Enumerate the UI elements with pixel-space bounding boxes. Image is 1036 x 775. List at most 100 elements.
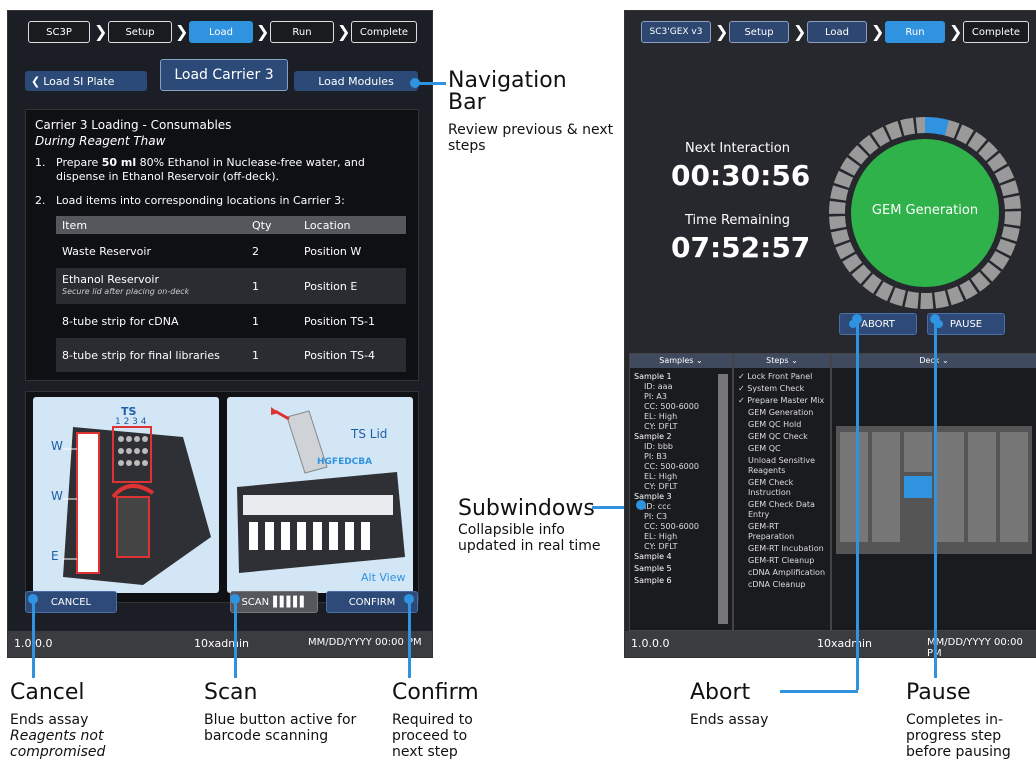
ts-lid-label: TS Lid	[351, 427, 388, 441]
step-item: cDNA Amplification	[748, 568, 826, 577]
deck-slot	[1000, 432, 1028, 542]
table-row: Ethanol Reservoir Secure lid after placi…	[56, 268, 406, 304]
cancel-callout-line	[32, 600, 35, 678]
table-header-row: Item Qty Location	[56, 216, 406, 234]
step-item: GEM-RT Cleanup	[748, 556, 815, 565]
cancel-annotation-italic: Reagents not compromised	[10, 728, 106, 760]
sample-detail: EL: High	[644, 532, 678, 541]
breadcrumb-load[interactable]: Load	[189, 21, 253, 43]
next-interaction-label: Next Interaction	[685, 141, 790, 156]
version-text: 1.0.0.0	[631, 637, 670, 650]
breadcrumb-setup[interactable]: Setup	[108, 21, 172, 43]
steps-list: ✓ Lock Front Panel ✓ System Check ✓ Prepar…	[738, 372, 826, 592]
cancel-annotation-title: Cancel	[10, 680, 85, 705]
time-remaining-time: 07:52:57	[671, 231, 811, 264]
current-step-tab: Load Carrier 3	[160, 59, 288, 91]
breadcrumb-assay[interactable]: SC3'GEX v3	[641, 21, 711, 43]
sample-name: Sample 1	[634, 372, 672, 381]
well-letters: HGFEDCBA	[317, 457, 373, 467]
table-cell-qty: 1	[252, 279, 259, 293]
sample-detail: CY: DFLT	[644, 482, 678, 491]
sample-detail: ID: bbb	[644, 442, 673, 451]
sample-detail: PI: B3	[644, 452, 667, 461]
samples-scrollbar[interactable]	[718, 374, 728, 624]
steps-subwindow: Steps ⌄ ✓ Lock Front Panel ✓ System Check…	[733, 353, 831, 631]
deck-slot	[968, 432, 996, 542]
samples-list: Sample 1 ID: aaa PI: A3 CC: 500-6000 EL: Hig…	[634, 372, 714, 588]
next-step-button[interactable]: Load Modules	[294, 71, 418, 91]
sample-detail: EL: High	[644, 472, 678, 481]
samples-subwindow: Samples ⌄ Sample 1 ID: aaa PI: A3 CC: 500-6…	[629, 353, 733, 631]
step-item: ✓ System Check	[738, 384, 805, 393]
progress-ring: GEM Generation	[829, 117, 1021, 309]
table-cell-location: Position W	[304, 244, 362, 258]
scan-button[interactable]: SCAN ▌▌▌▌▌	[230, 591, 318, 613]
prev-step-button[interactable]: ❮ Load SI Plate	[25, 71, 147, 91]
chevron-right-icon: ❯	[256, 22, 270, 41]
sample-detail: PI: C3	[644, 512, 668, 521]
breadcrumb-complete[interactable]: Complete	[963, 21, 1029, 43]
scan-annotation-title: Scan	[204, 680, 258, 705]
instruction-panel: Carrier 3 Loading - Consumables During R…	[25, 109, 419, 381]
step-1-pre: Prepare	[56, 156, 102, 169]
pause-annotation-desc: Completes in-progress step before pausin…	[906, 712, 1011, 760]
sample-name: Sample 5	[634, 564, 672, 573]
date-text: MM/DD/YYYY 00:00 PM	[308, 637, 422, 648]
diagram-panel: TS 1 2 3 4 W W E TS Lid HGFEDCBA Alt Vie…	[25, 391, 419, 603]
breadcrumb-load[interactable]: Load	[807, 21, 867, 43]
step-item: GEM Generation	[748, 408, 814, 417]
confirm-label: CONFIRM	[348, 596, 396, 608]
sample-detail: PI: A3	[644, 392, 667, 401]
date-text: MM/DD/YYYY 00:00 PM	[927, 637, 1023, 657]
carrier-diagram-main: TS 1 2 3 4 W W E	[33, 397, 219, 593]
step-2-text: Load items into corresponding locations …	[56, 194, 345, 207]
abort-annotation-title: Abort	[690, 680, 751, 705]
steps-header[interactable]: Steps ⌄	[734, 354, 830, 368]
sample-name: Sample 3	[634, 492, 672, 501]
samples-header[interactable]: Samples ⌄	[630, 354, 732, 368]
chevron-right-icon: ❯	[94, 22, 108, 41]
deck-slot	[936, 432, 964, 542]
breadcrumb-assay[interactable]: SC3P	[28, 21, 90, 43]
step-item: GEM Check Data Entry	[748, 500, 815, 519]
confirm-annotation-desc: Required to proceed to next step	[392, 712, 473, 760]
load-screen: SC3P ❯ Setup ❯ Load ❯ Run ❯ Complete ❮ L…	[7, 10, 433, 658]
barcode-icon: ▌▌▌▌▌	[273, 596, 307, 608]
table-row: 8-tube strip for cDNA 1 Position TS-1	[56, 304, 406, 338]
chevron-right-icon: ❯	[793, 22, 807, 41]
table-cell-item: Ethanol Reservoir Secure lid after placi…	[56, 268, 251, 304]
cancel-annotation-desc: Ends assay	[10, 712, 89, 728]
breadcrumb-run[interactable]: Run	[270, 21, 334, 43]
table-cell-location: Position E	[304, 279, 358, 293]
run-screen: SC3'GEX v3 ❯ Setup ❯ Load ❯ Run ❯ Comple…	[624, 10, 1036, 658]
subwindows-annotation-desc: Collapsible info updated in real time	[458, 522, 601, 554]
step-item: GEM-RT Preparation	[748, 522, 795, 541]
carrier-diagram-alt: TS Lid HGFEDCBA Alt View	[227, 397, 413, 593]
step-1-number: 1.	[35, 156, 46, 169]
confirm-callout-line	[408, 600, 411, 678]
status-bar: 1.0.0.0 10xadmin MM/DD/YYYY 00:00 PM	[8, 631, 432, 657]
panel-subheading: During Reagent Thaw	[35, 134, 166, 148]
sample-detail: EL: High	[644, 412, 678, 421]
sample-detail: CY: DFLT	[644, 422, 678, 431]
sample-detail: CC: 500-6000	[644, 402, 699, 411]
sample-detail: CC: 500-6000	[644, 462, 699, 471]
breadcrumb-setup[interactable]: Setup	[729, 21, 789, 43]
pause-callout-line	[934, 320, 937, 678]
deck-slot	[840, 432, 868, 542]
next-interaction-time: 00:30:56	[671, 159, 811, 192]
alt-view-link[interactable]: Alt View	[361, 571, 406, 584]
deck-slot	[904, 432, 932, 472]
nav-annotation-title: Navigation Bar	[448, 68, 567, 115]
deck-slot-active	[904, 476, 932, 498]
breadcrumb-complete[interactable]: Complete	[351, 21, 417, 43]
nav-annotation-desc: Review previous & next steps	[448, 122, 614, 154]
step-1-bold: 50 ml	[101, 156, 137, 169]
user-text: 10xadmin	[194, 637, 249, 650]
cancel-button[interactable]: CANCEL	[25, 591, 117, 613]
status-bar: 1.0.0.0 10xadmin MM/DD/YYYY 00:00 PM	[625, 631, 1036, 657]
chevron-right-icon: ❯	[871, 22, 885, 41]
breadcrumb-run[interactable]: Run	[885, 21, 945, 43]
table-cell-location: Position TS-4	[304, 348, 375, 362]
abort-callout-line	[856, 320, 859, 690]
